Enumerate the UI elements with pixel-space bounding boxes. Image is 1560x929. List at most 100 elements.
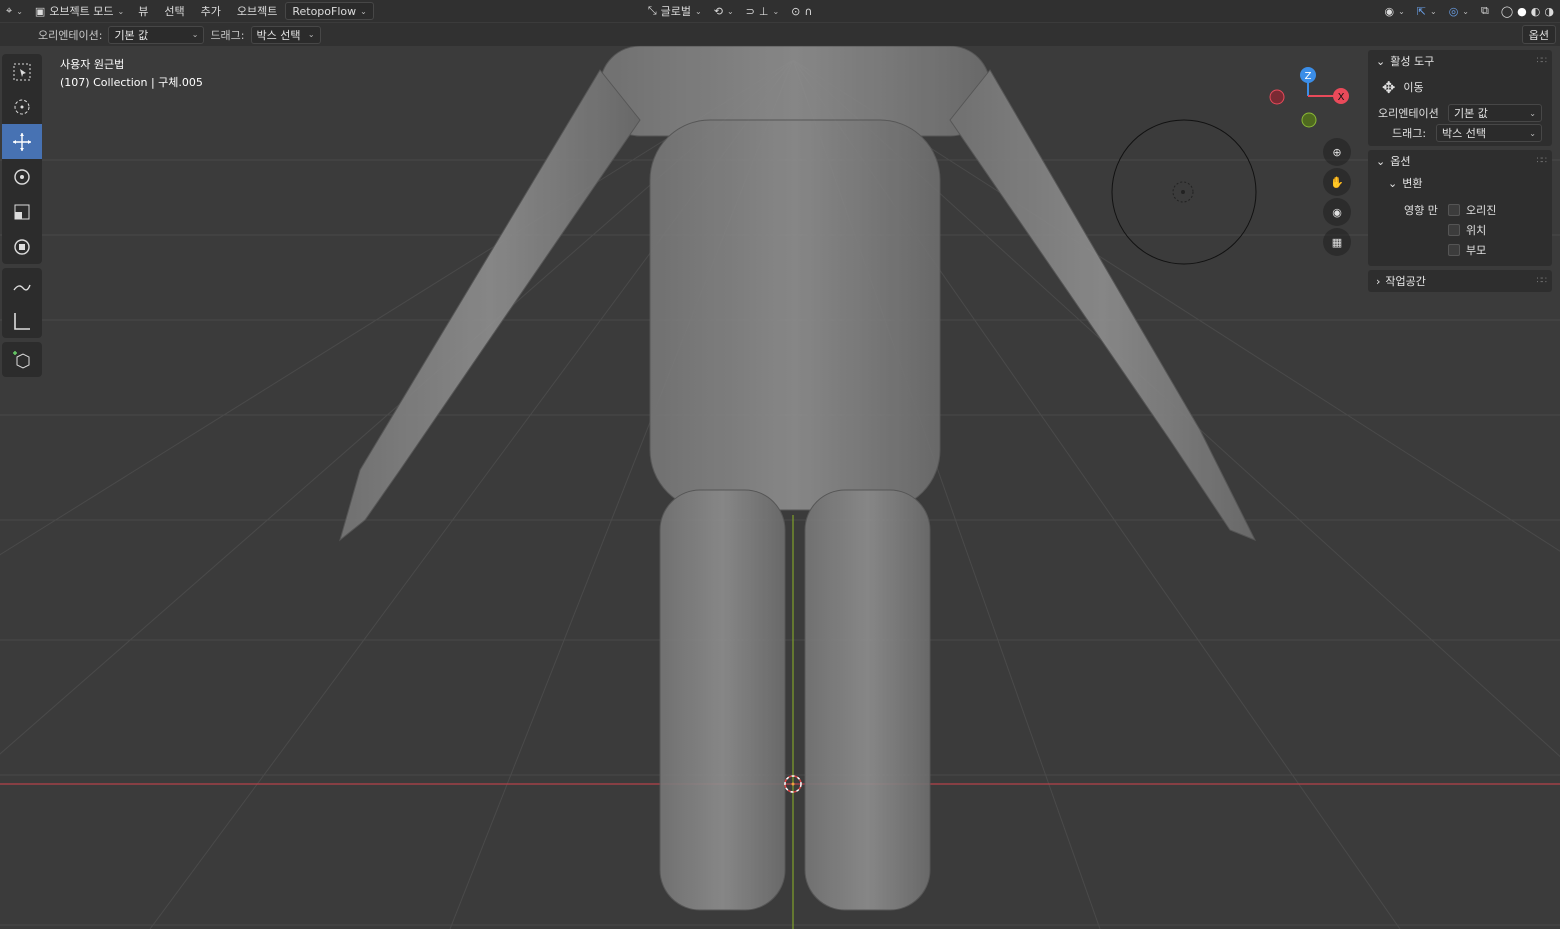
location-checkbox[interactable]	[1448, 224, 1460, 236]
eye-icon: ◉	[1384, 4, 1395, 18]
measure-tool[interactable]	[2, 303, 42, 338]
scale-icon	[14, 204, 30, 219]
add-cube-tool[interactable]	[2, 342, 42, 377]
menu-select[interactable]: 선택	[156, 3, 192, 19]
pan-button[interactable]: ✋	[1323, 168, 1351, 196]
options-button[interactable]: 옵션	[1521, 25, 1556, 44]
drag-dropdown[interactable]: 박스 선택 ⌄	[250, 25, 321, 44]
affect-only-label: 영향 만	[1404, 204, 1438, 217]
visibility-button[interactable]: ◉ ⌄	[1378, 2, 1410, 20]
options-header[interactable]: ⌄ 옵션 ∷∷	[1368, 150, 1552, 172]
chevron-down-icon: ⌄	[16, 6, 23, 16]
annotate-icon	[13, 284, 31, 291]
3d-cursor-icon	[784, 775, 802, 793]
proportional-icon: ⊙	[791, 4, 801, 18]
workspace-title: 작업공간	[1385, 275, 1426, 288]
transform-title: 변환	[1402, 177, 1423, 190]
annotate-tool[interactable]	[2, 268, 42, 303]
select-box-tool[interactable]	[2, 54, 42, 89]
rotate-tool[interactable]	[2, 159, 42, 194]
move-icon: ✥	[1382, 77, 1396, 97]
retopoflow-menu[interactable]: RetopoFlow ⌄	[285, 2, 374, 20]
orientation-label: 오리엔테이션:	[38, 28, 103, 42]
chevron-down-icon: ⌄	[726, 6, 734, 16]
scale-tool[interactable]	[2, 194, 42, 229]
panel-orientation-dropdown[interactable]: 기본 값 ⌄	[1448, 104, 1542, 122]
transform-icon	[14, 238, 30, 255]
options-title: 옵션	[1390, 155, 1411, 168]
parent-checkbox[interactable]	[1448, 244, 1460, 256]
orientation-dropdown[interactable]: 기본 값 ⌄	[108, 25, 205, 44]
options-label: 옵션	[1528, 28, 1549, 42]
mode-selector[interactable]: ▣ 오브젝트 모드 ⌄	[29, 2, 130, 20]
active-tool-title: 활성 도구	[1390, 55, 1435, 68]
workspace-header[interactable]: › 작업공간 ∷∷	[1368, 270, 1552, 292]
chevron-down-icon: ⌄	[695, 6, 702, 16]
pivot-point-button[interactable]: ⟲ ⌄	[708, 2, 740, 20]
gizmo-icon: ⇱	[1416, 4, 1426, 18]
light-object-circle[interactable]	[1110, 118, 1258, 266]
transform-orientation-selector[interactable]: ⤡ 글로벌 ⌄	[642, 2, 708, 20]
overlay-toggle-button[interactable]: ◎ ⌄	[1443, 2, 1475, 20]
gizmo-toggle-button[interactable]: ⇱ ⌄	[1411, 2, 1443, 20]
drag-handle-icon[interactable]: ∷∷	[1537, 276, 1548, 286]
transform-subheader[interactable]: ⌄ 변환	[1368, 172, 1552, 194]
chevron-down-icon: ⌄	[1376, 154, 1386, 168]
neg-x-axis-icon[interactable]	[1269, 89, 1285, 105]
mode-label: 오브젝트 모드	[49, 5, 114, 18]
drag-label: 드래그:	[210, 28, 245, 42]
drag-value: 박스 선택	[256, 28, 301, 42]
camera-view-button[interactable]: ◉	[1323, 198, 1351, 226]
proportional-edit-button[interactable]: ⊙ ∩	[785, 2, 818, 20]
falloff-icon: ∩	[804, 4, 813, 18]
viewport-editor-icon: ⌖	[6, 4, 13, 17]
drag-handle-icon[interactable]: ∷∷	[1537, 156, 1548, 166]
chevron-down-icon: ⌄	[117, 6, 125, 16]
sidebar-panel: ⌄ 활성 도구 ∷∷ ✥ 이동 오리엔테이션 기본 값 ⌄ 드래그: 박스 선택…	[1368, 50, 1552, 296]
ortho-toggle-button[interactable]: ▦	[1323, 228, 1351, 256]
magnet-icon: ⊃	[745, 4, 755, 18]
snap-button[interactable]: ⊃ ⊥ ⌄	[740, 2, 786, 20]
cursor-icon	[14, 99, 30, 114]
orientation-value: 기본 값	[1454, 107, 1488, 120]
wireframe-shading-icon[interactable]: ◯	[1501, 5, 1513, 18]
y-axis-icon[interactable]	[1301, 112, 1317, 128]
drag-label: 드래그:	[1392, 127, 1427, 140]
tool-settings-bar: 오리엔테이션: 기본 값 ⌄ 드래그: 박스 선택 ⌄ 옵션	[0, 23, 1560, 46]
menu-add[interactable]: 추가	[193, 3, 229, 19]
menu-view[interactable]: 뷰	[130, 3, 156, 19]
editor-type-button[interactable]: ⌖ ⌄	[0, 2, 29, 20]
material-shading-icon[interactable]: ◐	[1531, 5, 1541, 18]
hand-icon: ✋	[1330, 175, 1344, 189]
cursor-tool[interactable]	[2, 89, 42, 124]
zoom-button[interactable]: ⊕	[1323, 138, 1351, 166]
x-axis-label: X	[1338, 92, 1345, 103]
rendered-shading-icon[interactable]: ◑	[1544, 5, 1554, 18]
active-tool-header[interactable]: ⌄ 활성 도구 ∷∷	[1368, 50, 1552, 72]
transform-tool[interactable]	[2, 229, 42, 264]
chevron-right-icon: ›	[1376, 274, 1381, 288]
active-tool-section: ⌄ 활성 도구 ∷∷ ✥ 이동 오리엔테이션 기본 값 ⌄ 드래그: 박스 선택…	[1368, 50, 1552, 146]
rotate-icon	[14, 168, 30, 185]
chevron-down-icon: ⌄	[307, 30, 315, 39]
viewport-header: ⌖ ⌄ ▣ 오브젝트 모드 ⌄ 뷰 선택 추가 오브젝트 RetopoFlow ⌄…	[0, 0, 1560, 22]
xray-toggle-button[interactable]: ⧉	[1475, 2, 1495, 20]
drag-handle-icon[interactable]: ∷∷	[1537, 56, 1548, 66]
chevron-down-icon: ⌄	[1462, 6, 1469, 16]
options-section: ⌄ 옵션 ∷∷ ⌄ 변환 영향 만 오리진 위치 부모	[1368, 150, 1552, 266]
orientation-value: 기본 값	[114, 28, 149, 42]
chevron-down-icon: ⌄	[772, 6, 780, 16]
grid-icon: ▦	[1331, 235, 1343, 249]
panel-drag-dropdown[interactable]: 박스 선택 ⌄	[1436, 124, 1542, 142]
select-box-icon	[13, 63, 31, 80]
mesh-object-placeholder[interactable]	[0, 0, 1560, 929]
zoom-icon: ⊕	[1332, 145, 1342, 159]
navigation-gizmo[interactable]: Z X	[1262, 62, 1352, 132]
origin-checkbox[interactable]	[1448, 204, 1460, 216]
solid-shading-icon[interactable]: ●	[1517, 5, 1527, 18]
active-tool-name: 이동	[1403, 81, 1424, 94]
menu-object[interactable]: 오브젝트	[229, 3, 285, 19]
move-tool[interactable]	[2, 124, 42, 159]
3d-viewport[interactable]	[0, 0, 1560, 929]
shading-buttons[interactable]: ◯ ● ◐ ◑	[1495, 2, 1560, 20]
